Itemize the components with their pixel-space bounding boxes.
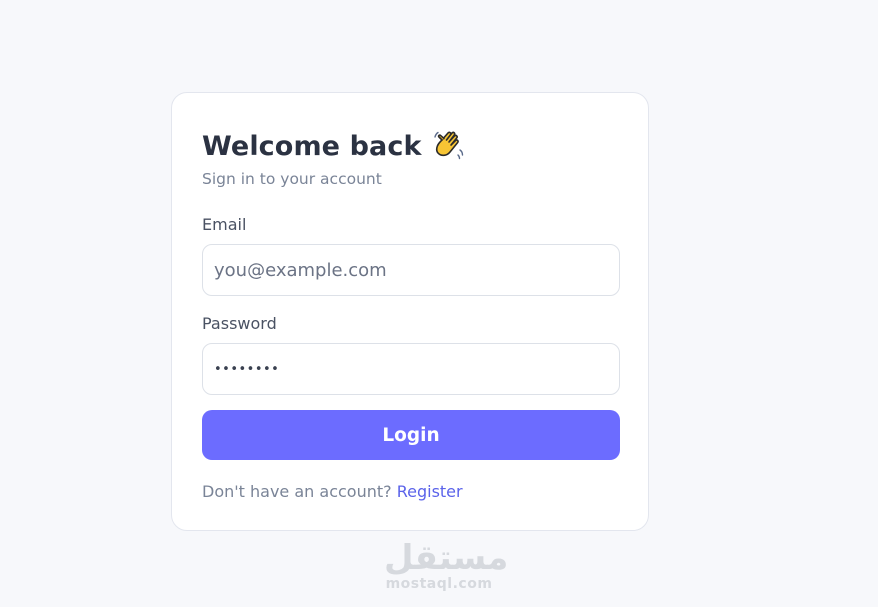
password-field[interactable]: •••••••• bbox=[202, 343, 620, 395]
login-card: Welcome back Sign in to your account Ema… bbox=[171, 92, 649, 531]
register-link[interactable]: Register bbox=[397, 482, 463, 501]
register-row: Don't have an account? Register bbox=[202, 482, 618, 501]
email-label: Email bbox=[202, 215, 247, 234]
register-prompt: Don't have an account? bbox=[202, 482, 392, 501]
email-placeholder: you@example.com bbox=[214, 259, 387, 281]
login-button[interactable]: Login bbox=[202, 410, 620, 460]
title-row: Welcome back bbox=[202, 126, 618, 166]
email-field[interactable]: you@example.com bbox=[202, 244, 620, 296]
password-label: Password bbox=[202, 314, 277, 333]
page-title: Welcome back bbox=[202, 130, 422, 162]
waving-hand-icon bbox=[432, 128, 468, 164]
watermark: مستقل mostaql.com bbox=[384, 538, 509, 592]
password-value: •••••••• bbox=[214, 361, 280, 377]
subtitle: Sign in to your account bbox=[202, 170, 382, 188]
watermark-domain: mostaql.com bbox=[385, 576, 493, 592]
watermark-arabic: مستقل bbox=[384, 538, 509, 578]
